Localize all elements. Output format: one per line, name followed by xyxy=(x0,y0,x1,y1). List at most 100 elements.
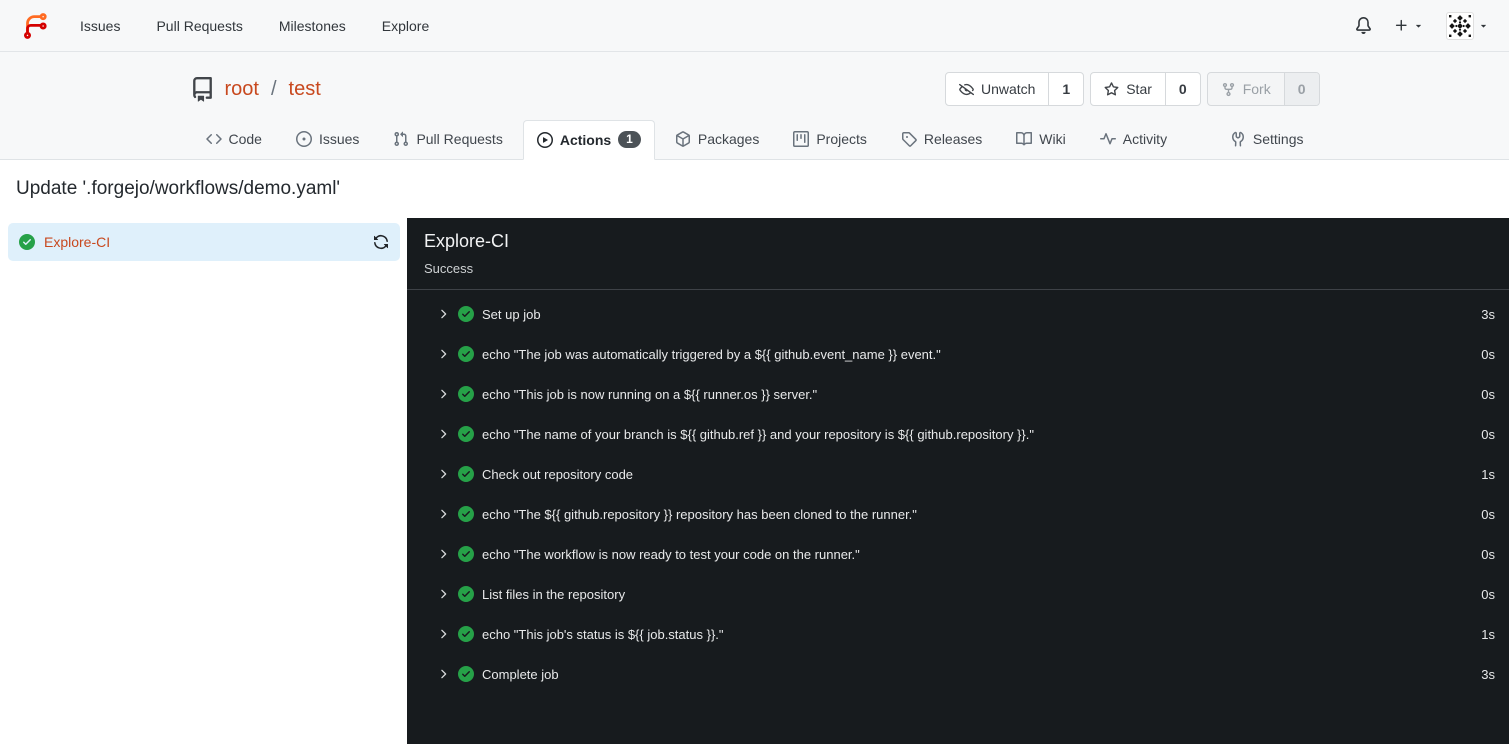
step-name: echo "This job's status is ${{ job.statu… xyxy=(482,626,724,642)
step-name: Set up job xyxy=(482,306,541,322)
chevron-down-icon xyxy=(1415,24,1422,28)
bell-icon xyxy=(1356,17,1371,34)
step-duration: 0s xyxy=(1481,546,1495,562)
step-row[interactable]: echo "This job's status is ${{ job.statu… xyxy=(407,614,1509,654)
step-row[interactable]: List files in the repository 0s xyxy=(407,574,1509,614)
forks-count[interactable]: 0 xyxy=(1283,73,1319,105)
eye-closed-icon xyxy=(958,83,974,95)
nav-item-pull-requests[interactable]: Pull Requests xyxy=(156,18,242,34)
navbar-links: Issues Pull Requests Milestones Explore xyxy=(80,18,429,34)
success-check-icon xyxy=(458,426,474,442)
success-check-icon xyxy=(458,666,474,682)
step-duration: 0s xyxy=(1481,346,1495,362)
step-row[interactable]: echo "The name of your branch is ${{ git… xyxy=(407,414,1509,454)
jobs-sidebar: Explore-CI xyxy=(0,218,407,744)
page-title: Update '.forgejo/workflows/demo.yaml' xyxy=(16,178,341,199)
tab-code[interactable]: Code xyxy=(192,120,276,159)
top-navbar: Issues Pull Requests Milestones Explore xyxy=(0,0,1509,52)
tab-issues[interactable]: Issues xyxy=(282,120,373,159)
nav-item-explore[interactable]: Explore xyxy=(382,18,429,34)
repo-breadcrumb: root / test xyxy=(190,76,321,102)
job-log-title: Explore-CI xyxy=(424,231,510,251)
step-name: echo "The ${{ github.repository }} repos… xyxy=(482,506,917,522)
step-duration: 0s xyxy=(1481,506,1495,522)
tab-pull-requests-label: Pull Requests xyxy=(416,131,503,147)
tab-activity-label: Activity xyxy=(1122,131,1168,147)
job-name: Explore-CI xyxy=(44,234,111,250)
watch-button-group: Unwatch 1 xyxy=(944,72,1085,106)
success-check-icon xyxy=(458,346,474,362)
step-row[interactable]: echo "The workflow is now ready to test … xyxy=(407,534,1509,574)
step-name: echo "The name of your branch is ${{ git… xyxy=(482,426,1034,442)
step-row[interactable]: Complete job 3s xyxy=(407,654,1509,694)
forgejo-logo-icon xyxy=(24,12,47,39)
unwatch-button[interactable]: Unwatch xyxy=(946,73,1048,105)
fork-button: Fork xyxy=(1208,73,1284,105)
tab-wiki[interactable]: Wiki xyxy=(1002,120,1079,159)
step-duration: 0s xyxy=(1481,386,1495,402)
success-check-icon xyxy=(458,386,474,402)
tab-code-label: Code xyxy=(228,131,262,147)
avatar xyxy=(1446,11,1474,40)
repo-name-link[interactable]: test xyxy=(289,78,321,101)
job-item-explore-ci[interactable]: Explore-CI xyxy=(8,223,400,261)
tab-activity[interactable]: Activity xyxy=(1086,120,1181,159)
book-icon xyxy=(1016,131,1033,146)
chevron-right-icon xyxy=(441,549,447,559)
tab-settings[interactable]: Settings xyxy=(1216,120,1318,159)
chevron-right-icon xyxy=(441,349,447,359)
chevron-right-icon xyxy=(441,669,447,679)
job-log-header: Explore-CI Success xyxy=(407,218,1509,290)
plus-icon xyxy=(1395,19,1407,31)
step-row[interactable]: echo "This job is now running on a ${{ r… xyxy=(407,374,1509,414)
repo-header: root / test Unwatch 1 Star 0 Fork 0 Code… xyxy=(0,52,1509,160)
step-name: echo "The job was automatically triggere… xyxy=(482,346,941,362)
star-label: Star xyxy=(1126,81,1152,97)
actions-count-badge: 1 xyxy=(618,131,641,148)
run-body: Explore-CI Explore-CI Success Set up job… xyxy=(0,218,1509,744)
tab-packages[interactable]: Packages xyxy=(661,120,773,159)
chevron-right-icon xyxy=(441,469,447,479)
watchers-count[interactable]: 1 xyxy=(1048,73,1083,105)
step-duration: 3s xyxy=(1481,306,1495,322)
unwatch-label: Unwatch xyxy=(980,81,1036,97)
nav-item-issues[interactable]: Issues xyxy=(80,18,120,34)
step-row[interactable]: echo "The job was automatically triggere… xyxy=(407,334,1509,374)
star-button[interactable]: Star xyxy=(1091,73,1165,105)
step-row[interactable]: Check out repository code 1s xyxy=(407,454,1509,494)
repo-owner-link[interactable]: root xyxy=(225,78,259,101)
tab-projects[interactable]: Projects xyxy=(779,120,881,159)
step-duration: 1s xyxy=(1481,626,1495,642)
issue-opened-icon xyxy=(295,131,312,147)
chevron-right-icon xyxy=(441,429,447,439)
user-menu-dropdown[interactable] xyxy=(1446,11,1489,40)
tab-actions[interactable]: Actions 1 xyxy=(522,120,655,160)
nav-item-milestones[interactable]: Milestones xyxy=(279,18,346,34)
sync-icon xyxy=(374,235,388,249)
create-new-dropdown[interactable] xyxy=(1394,18,1424,33)
forgejo-logo[interactable] xyxy=(20,11,50,41)
step-row[interactable]: Set up job 3s xyxy=(407,294,1509,334)
tab-releases-label: Releases xyxy=(923,131,983,147)
pulse-icon xyxy=(1099,133,1116,145)
success-check-icon xyxy=(458,506,474,522)
tools-icon xyxy=(1231,131,1244,147)
star-icon xyxy=(1104,81,1119,96)
rerun-job-button[interactable] xyxy=(373,234,389,250)
fork-label: Fork xyxy=(1242,81,1271,97)
chevron-down-icon xyxy=(1480,24,1487,28)
tab-releases[interactable]: Releases xyxy=(887,120,996,159)
notifications-button[interactable] xyxy=(1355,17,1372,34)
tab-issues-label: Issues xyxy=(318,131,360,147)
tab-pull-requests[interactable]: Pull Requests xyxy=(379,120,516,159)
identicon-image xyxy=(1449,14,1471,37)
step-name: List files in the repository xyxy=(482,586,626,602)
step-name: echo "The workflow is now ready to test … xyxy=(482,546,860,562)
job-steps-list: Set up job 3s echo "The job was automati… xyxy=(407,290,1509,694)
success-check-icon xyxy=(458,466,474,482)
star-button-group: Star 0 xyxy=(1090,72,1201,106)
step-row[interactable]: echo "The ${{ github.repository }} repos… xyxy=(407,494,1509,534)
stars-count[interactable]: 0 xyxy=(1164,73,1200,105)
success-check-icon xyxy=(458,306,474,322)
step-duration: 1s xyxy=(1481,466,1495,482)
